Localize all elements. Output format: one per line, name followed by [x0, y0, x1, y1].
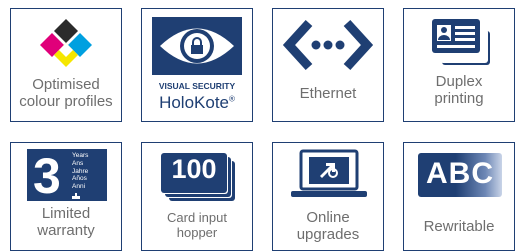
tile-label: Optimised colour profiles [19, 76, 113, 111]
feature-tile-warranty: 3 Years Ans Jahre Años Anni Limited warr… [10, 142, 122, 251]
tile-label: Card input hopper [167, 210, 227, 240]
feature-tile-upgrades: Online upgrades [272, 142, 384, 251]
abc-rewritable-card-icon: ABC [418, 153, 502, 197]
feature-tile-hopper: 100 Card input hopper [141, 142, 253, 251]
feature-tile-colour-profiles: Optimised colour profiles [10, 8, 122, 122]
cmyk-color-diamonds-icon [40, 19, 92, 67]
tile-label: Duplex printing [434, 73, 484, 108]
laptop-upgrade-icon [291, 149, 367, 197]
badge-caption: VISUAL SECURITY [158, 81, 236, 91]
holokote-badge [152, 17, 242, 75]
three-year-warranty-icon: 3 Years Ans Jahre Años Anni [27, 148, 107, 204]
ethernet-icon [283, 19, 373, 71]
feature-tile-ethernet: Ethernet [272, 8, 384, 122]
feature-tile-rewritable: ABC Rewritable [403, 142, 515, 251]
tile-label: Limited warranty [37, 205, 95, 240]
eye-lock-icon [160, 28, 234, 64]
feature-tile-duplex: Duplex printing [403, 8, 515, 122]
warranty-words: Years Ans Jahre Años Anni [72, 152, 89, 191]
stamp-icon [72, 193, 80, 199]
tile-label: Ethernet [299, 85, 357, 102]
tile-label: Online upgrades [296, 209, 360, 244]
tile-label: Rewritable [423, 218, 495, 235]
duplex-id-card-icon [432, 19, 490, 65]
holokote-wordmark: HoloKote® [159, 93, 235, 112]
feature-tile-holokote: VISUAL SECURITY HoloKote® [141, 8, 253, 122]
